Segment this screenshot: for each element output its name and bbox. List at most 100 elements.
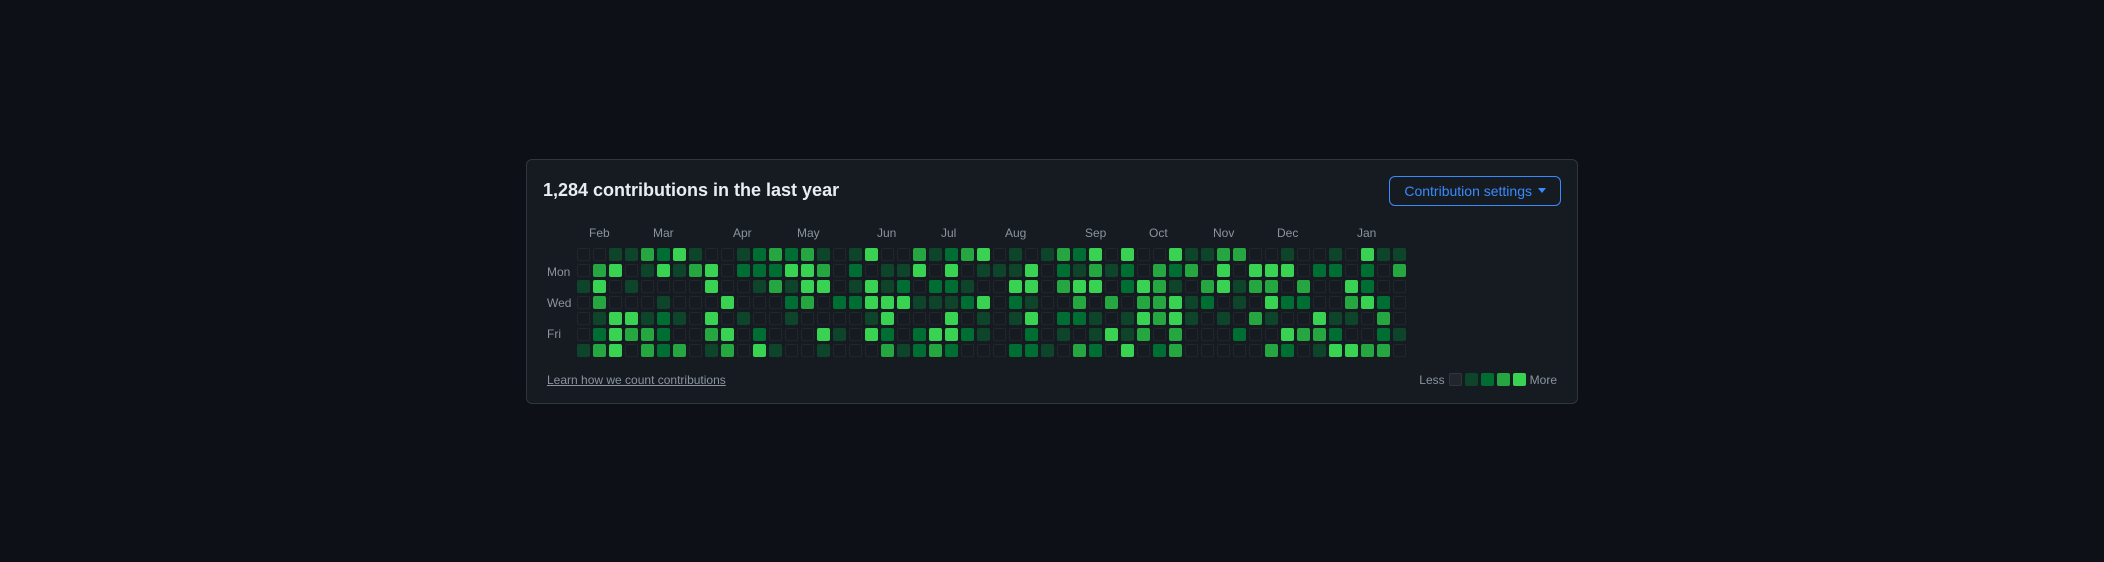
contribution-cell[interactable] bbox=[1089, 248, 1102, 261]
contribution-cell[interactable] bbox=[609, 296, 622, 309]
contribution-cell[interactable] bbox=[673, 280, 686, 293]
contribution-cell[interactable] bbox=[833, 328, 846, 341]
contribution-cell[interactable] bbox=[1233, 296, 1246, 309]
contribution-cell[interactable] bbox=[1041, 312, 1054, 325]
contribution-cell[interactable] bbox=[1297, 248, 1310, 261]
contribution-cell[interactable] bbox=[913, 264, 926, 277]
contribution-cell[interactable] bbox=[1377, 344, 1390, 357]
contribution-cell[interactable] bbox=[1089, 312, 1102, 325]
contribution-cell[interactable] bbox=[1137, 296, 1150, 309]
contribution-cell[interactable] bbox=[865, 312, 878, 325]
contribution-cell[interactable] bbox=[1169, 344, 1182, 357]
contribution-cell[interactable] bbox=[737, 328, 750, 341]
contribution-cell[interactable] bbox=[1185, 248, 1198, 261]
contribution-cell[interactable] bbox=[657, 312, 670, 325]
contribution-cell[interactable] bbox=[785, 328, 798, 341]
contribution-cell[interactable] bbox=[689, 344, 702, 357]
contribution-cell[interactable] bbox=[961, 312, 974, 325]
contribution-cell[interactable] bbox=[1121, 312, 1134, 325]
contribution-cell[interactable] bbox=[1089, 344, 1102, 357]
contribution-cell[interactable] bbox=[865, 264, 878, 277]
contribution-cell[interactable] bbox=[929, 264, 942, 277]
contribution-cell[interactable] bbox=[1361, 344, 1374, 357]
contribution-cell[interactable] bbox=[1201, 296, 1214, 309]
contribution-cell[interactable] bbox=[1089, 280, 1102, 293]
contribution-cell[interactable] bbox=[1313, 344, 1326, 357]
contribution-cell[interactable] bbox=[993, 280, 1006, 293]
contribution-cell[interactable] bbox=[1265, 264, 1278, 277]
contribution-cell[interactable] bbox=[609, 328, 622, 341]
contribution-cell[interactable] bbox=[1073, 328, 1086, 341]
contribution-cell[interactable] bbox=[1041, 248, 1054, 261]
contribution-cell[interactable] bbox=[1137, 280, 1150, 293]
contribution-cell[interactable] bbox=[657, 248, 670, 261]
contribution-cell[interactable] bbox=[593, 312, 606, 325]
contribution-cell[interactable] bbox=[1057, 328, 1070, 341]
contribution-cell[interactable] bbox=[593, 344, 606, 357]
contribution-cell[interactable] bbox=[1025, 296, 1038, 309]
contribution-cell[interactable] bbox=[817, 328, 830, 341]
contribution-cell[interactable] bbox=[1265, 312, 1278, 325]
contribution-cell[interactable] bbox=[689, 280, 702, 293]
contribution-cell[interactable] bbox=[993, 344, 1006, 357]
contribution-cell[interactable] bbox=[625, 264, 638, 277]
contribution-cell[interactable] bbox=[801, 264, 814, 277]
contribution-cell[interactable] bbox=[1393, 328, 1406, 341]
contribution-cell[interactable] bbox=[849, 328, 862, 341]
contribution-cell[interactable] bbox=[769, 248, 782, 261]
contribution-cell[interactable] bbox=[1185, 344, 1198, 357]
contribution-cell[interactable] bbox=[977, 312, 990, 325]
contribution-cell[interactable] bbox=[1105, 312, 1118, 325]
contribution-cell[interactable] bbox=[1057, 248, 1070, 261]
contribution-cell[interactable] bbox=[737, 280, 750, 293]
contribution-cell[interactable] bbox=[1377, 296, 1390, 309]
contribution-cell[interactable] bbox=[897, 328, 910, 341]
contribution-cell[interactable] bbox=[1377, 312, 1390, 325]
contribution-cell[interactable] bbox=[1313, 328, 1326, 341]
contribution-cell[interactable] bbox=[689, 312, 702, 325]
contribution-cell[interactable] bbox=[1121, 248, 1134, 261]
contribution-cell[interactable] bbox=[673, 296, 686, 309]
contribution-cell[interactable] bbox=[1393, 264, 1406, 277]
contribution-cell[interactable] bbox=[1201, 328, 1214, 341]
contribution-cell[interactable] bbox=[1121, 280, 1134, 293]
contribution-cell[interactable] bbox=[1153, 344, 1166, 357]
contribution-cell[interactable] bbox=[945, 248, 958, 261]
contribution-cell[interactable] bbox=[817, 296, 830, 309]
contribution-cell[interactable] bbox=[865, 344, 878, 357]
contribution-cell[interactable] bbox=[753, 328, 766, 341]
contribution-cell[interactable] bbox=[753, 296, 766, 309]
contribution-cell[interactable] bbox=[897, 312, 910, 325]
contribution-cell[interactable] bbox=[881, 280, 894, 293]
contribution-cell[interactable] bbox=[1169, 312, 1182, 325]
contribution-cell[interactable] bbox=[881, 248, 894, 261]
contribution-cell[interactable] bbox=[1281, 280, 1294, 293]
contribution-cell[interactable] bbox=[657, 280, 670, 293]
contribution-cell[interactable] bbox=[705, 248, 718, 261]
contribution-cell[interactable] bbox=[1313, 296, 1326, 309]
contribution-cell[interactable] bbox=[769, 312, 782, 325]
contribution-cell[interactable] bbox=[1169, 280, 1182, 293]
contribution-cell[interactable] bbox=[881, 312, 894, 325]
contribution-cell[interactable] bbox=[881, 328, 894, 341]
contribution-cell[interactable] bbox=[1201, 264, 1214, 277]
contribution-cell[interactable] bbox=[1329, 328, 1342, 341]
contribution-cell[interactable] bbox=[673, 312, 686, 325]
contribution-cell[interactable] bbox=[721, 248, 734, 261]
contribution-cell[interactable] bbox=[961, 280, 974, 293]
contribution-cell[interactable] bbox=[1137, 248, 1150, 261]
contribution-cell[interactable] bbox=[593, 248, 606, 261]
contribution-cell[interactable] bbox=[785, 264, 798, 277]
contribution-cell[interactable] bbox=[1393, 296, 1406, 309]
contribution-cell[interactable] bbox=[1153, 296, 1166, 309]
contribution-cell[interactable] bbox=[1345, 296, 1358, 309]
contribution-cell[interactable] bbox=[1073, 264, 1086, 277]
contribution-cell[interactable] bbox=[897, 344, 910, 357]
contribution-cell[interactable] bbox=[705, 344, 718, 357]
contribution-cell[interactable] bbox=[1073, 312, 1086, 325]
contribution-cell[interactable] bbox=[1217, 312, 1230, 325]
contribution-cell[interactable] bbox=[1153, 312, 1166, 325]
contribution-cell[interactable] bbox=[865, 248, 878, 261]
contribution-cell[interactable] bbox=[1297, 280, 1310, 293]
contribution-cell[interactable] bbox=[1217, 264, 1230, 277]
